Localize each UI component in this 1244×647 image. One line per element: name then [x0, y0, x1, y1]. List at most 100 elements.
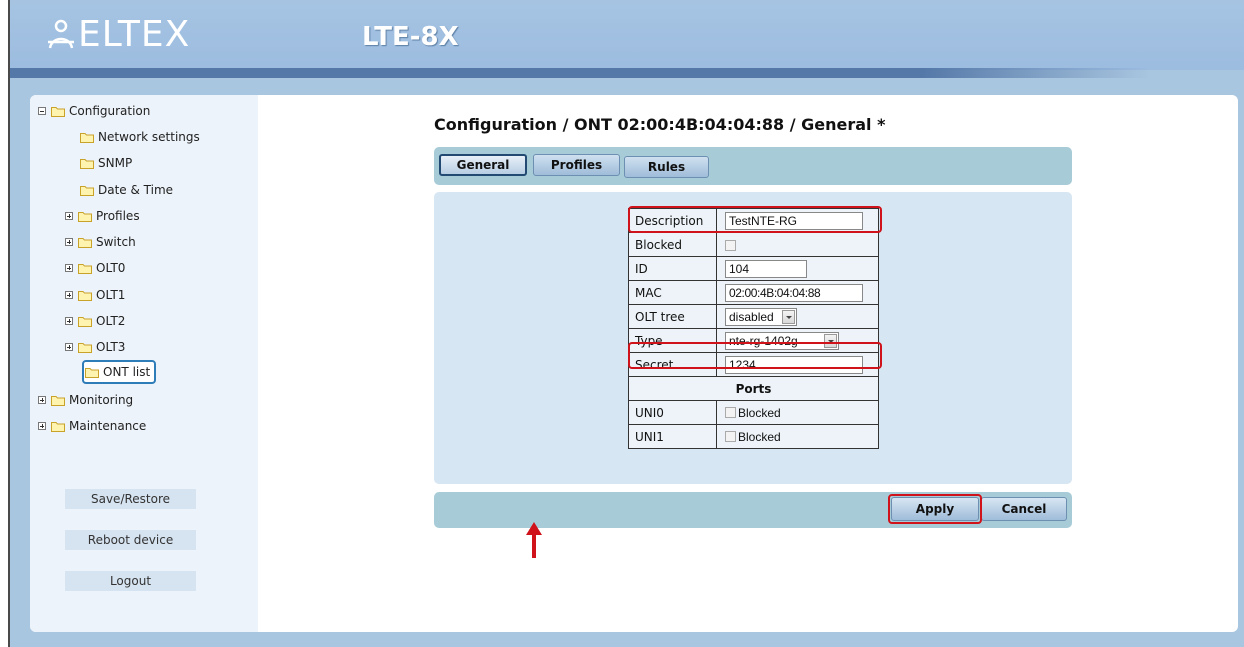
tree-label: Maintenance: [69, 419, 147, 433]
tree-label: OLT0: [96, 261, 126, 275]
folder-icon: [78, 211, 92, 222]
tree-label: OLT3: [96, 340, 126, 354]
form-row-id: ID 104: [628, 256, 879, 281]
folder-icon: [85, 367, 99, 378]
sidebar: Configuration Network settings SNMP Date…: [30, 95, 258, 632]
folder-icon: [51, 421, 65, 432]
device-model: LTE-8X: [362, 22, 459, 52]
apply-button[interactable]: Apply: [891, 497, 979, 521]
form-row-secret: Secret 1234: [628, 352, 879, 377]
tree-label: Configuration: [69, 104, 151, 118]
tree-label: Switch: [96, 235, 136, 249]
tree-item-date-time[interactable]: Date & Time: [80, 181, 173, 199]
tab-rules[interactable]: Rules: [624, 156, 709, 178]
folder-icon: [80, 132, 94, 143]
type-select[interactable]: nte-rg-1402g: [725, 331, 839, 350]
expand-icon[interactable]: [65, 212, 73, 220]
olt-tree-select[interactable]: disabled: [725, 307, 797, 326]
brand-name: ELTEX: [78, 13, 191, 55]
tree-item-profiles[interactable]: Profiles: [65, 207, 140, 225]
folder-icon: [78, 290, 92, 301]
tree-label: Monitoring: [69, 393, 134, 407]
uni0-blocked-label: Blocked: [738, 405, 781, 420]
folder-icon: [78, 263, 92, 274]
tree-label: OLT1: [96, 288, 126, 302]
tree-item-monitoring[interactable]: Monitoring: [38, 391, 133, 409]
tree-label: Network settings: [98, 130, 200, 144]
tree-item-olt0[interactable]: OLT0: [65, 259, 125, 277]
folder-icon: [78, 316, 92, 327]
save-restore-button[interactable]: Save/Restore: [65, 489, 196, 509]
uni0-label: UNI0: [628, 400, 717, 425]
tree-item-configuration[interactable]: Configuration: [38, 102, 150, 120]
type-value: nte-rg-1402g: [729, 333, 798, 348]
tree-item-olt3[interactable]: OLT3: [65, 338, 125, 356]
tree-item-olt2[interactable]: OLT2: [65, 312, 125, 330]
reboot-device-button[interactable]: Reboot device: [65, 530, 196, 550]
blocked-checkbox[interactable]: [725, 239, 736, 251]
page-title: Configuration / ONT 02:00:4B:04:04:88 / …: [434, 115, 886, 134]
dropdown-arrow-icon[interactable]: [824, 333, 837, 348]
mac-input[interactable]: 02:00:4B:04:04:88: [725, 283, 863, 302]
eltex-logo-icon: [48, 19, 74, 49]
expand-icon[interactable]: [65, 291, 73, 299]
folder-icon: [78, 237, 92, 248]
form-row-mac: MAC 02:00:4B:04:04:88: [628, 280, 879, 305]
uni1-blocked-label: Blocked: [738, 429, 781, 444]
tree-item-network-settings[interactable]: Network settings: [80, 128, 200, 146]
form-row-ports-header: Ports: [628, 376, 879, 401]
uni1-blocked-checkbox[interactable]: [725, 431, 736, 443]
secret-input[interactable]: 1234: [725, 355, 863, 374]
dropdown-arrow-icon[interactable]: [782, 309, 795, 324]
expand-icon[interactable]: [65, 238, 73, 246]
tab-general[interactable]: General: [439, 154, 527, 176]
tree-label: Profiles: [96, 209, 140, 223]
form-row-blocked: Blocked: [628, 232, 879, 257]
tree-item-switch[interactable]: Switch: [65, 233, 136, 251]
tree-item-maintenance[interactable]: Maintenance: [38, 417, 146, 435]
folder-icon: [78, 342, 92, 353]
tab-bar: General Profiles Rules: [434, 147, 1072, 185]
id-label: ID: [628, 256, 717, 281]
expand-icon[interactable]: [65, 264, 73, 272]
cancel-button[interactable]: Cancel: [981, 497, 1067, 521]
folder-icon: [51, 106, 65, 117]
form-row-uni1: UNI1 Blocked: [628, 424, 879, 449]
tree-label: Date & Time: [98, 183, 174, 197]
uni0-blocked-checkbox[interactable]: [725, 407, 736, 419]
form-row-olt-tree: OLT tree disabled: [628, 304, 879, 329]
mac-label: MAC: [628, 280, 717, 305]
pointer-arrow-icon: [526, 522, 542, 558]
expand-icon[interactable]: [38, 422, 46, 430]
form-row-uni0: UNI0 Blocked: [628, 400, 879, 425]
tab-profiles[interactable]: Profiles: [533, 154, 620, 176]
tree-item-snmp[interactable]: SNMP: [80, 154, 132, 172]
blocked-label: Blocked: [628, 232, 717, 257]
logout-button[interactable]: Logout: [65, 571, 196, 591]
app-frame: ELTEX LTE-8X Configuration Network setti…: [8, 0, 1244, 647]
expand-icon[interactable]: [38, 396, 46, 404]
tree-label: OLT2: [96, 314, 126, 328]
expand-icon[interactable]: [65, 317, 73, 325]
type-label: Type: [628, 328, 717, 353]
main-panel: Configuration Network settings SNMP Date…: [30, 95, 1238, 632]
tree-item-ont-list[interactable]: ONT list: [82, 360, 157, 384]
header-divider: [10, 68, 1150, 78]
olt-tree-label: OLT tree: [628, 304, 717, 329]
expand-icon[interactable]: [65, 343, 73, 351]
header: ELTEX LTE-8X: [10, 0, 1244, 70]
secret-label: Secret: [628, 352, 717, 377]
tree-item-olt1[interactable]: OLT1: [65, 286, 125, 304]
folder-icon: [80, 158, 94, 169]
olt-tree-value: disabled: [729, 309, 774, 324]
id-input[interactable]: 104: [725, 259, 807, 278]
ont-general-form: Description TestNTE-RG Blocked ID 104 MA…: [628, 208, 879, 449]
description-label: Description: [628, 208, 717, 233]
ports-header: Ports: [628, 376, 879, 401]
form-row-description: Description TestNTE-RG: [628, 208, 879, 233]
folder-icon: [80, 185, 94, 196]
folder-icon: [51, 395, 65, 406]
uni1-label: UNI1: [628, 424, 717, 449]
collapse-icon[interactable]: [38, 107, 46, 115]
description-input[interactable]: TestNTE-RG: [725, 211, 863, 230]
